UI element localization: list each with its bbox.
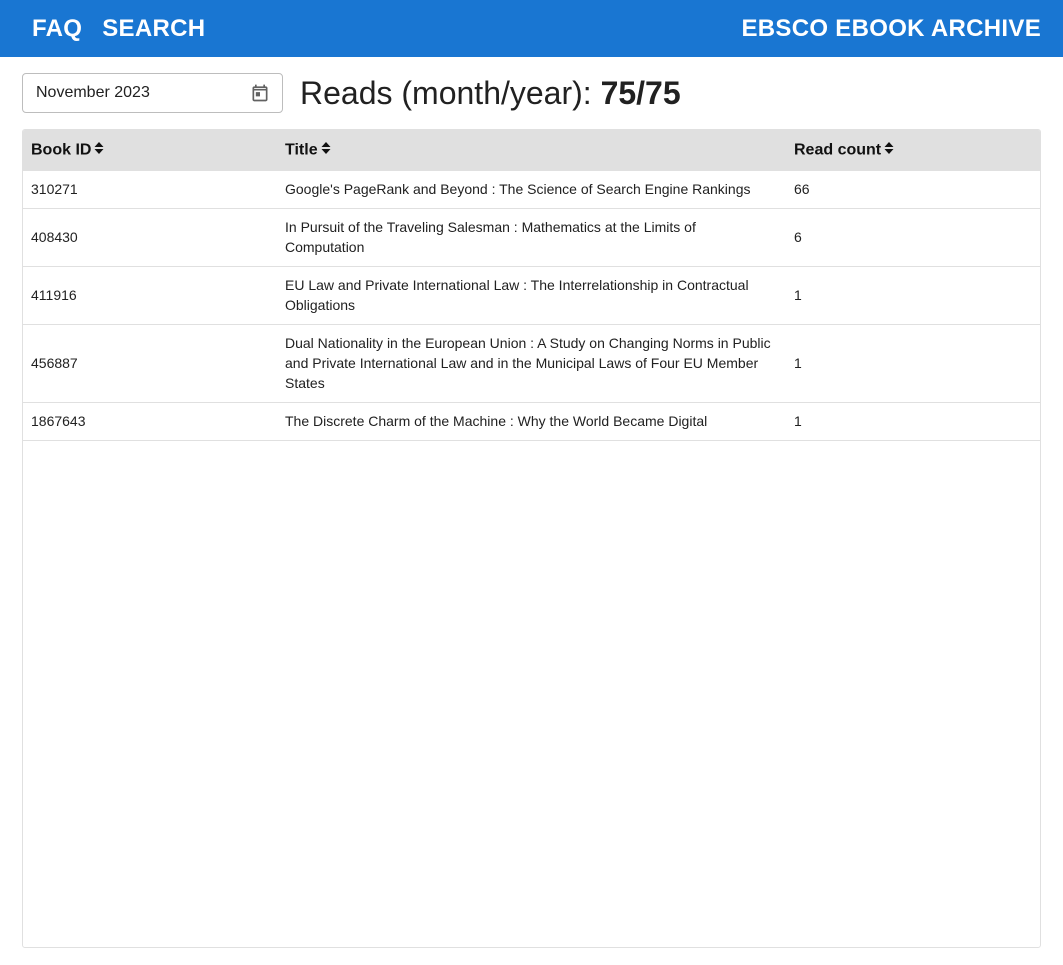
column-header-book-id[interactable]: Book ID (23, 130, 277, 171)
table-row[interactable]: 411916 EU Law and Private International … (23, 266, 1040, 325)
month-picker[interactable] (22, 73, 283, 113)
cell-read-count: 1 (786, 402, 1040, 441)
column-header-label: Title (285, 141, 318, 159)
cell-title: Google's PageRank and Beyond : The Scien… (277, 171, 786, 209)
calendar-icon[interactable] (249, 82, 271, 104)
column-header-label: Read count (794, 141, 882, 159)
table-row[interactable]: 456887 Dual Nationality in the European … (23, 324, 1040, 403)
cell-book-id: 310271 (23, 171, 277, 209)
controls-row: Reads (month/year): 75/75 (22, 73, 681, 113)
column-header-title[interactable]: Title (277, 130, 786, 171)
reads-label: Reads (month/year): (300, 74, 592, 111)
sort-icon[interactable] (321, 141, 331, 160)
nav-faq-link[interactable]: FAQ (32, 15, 82, 43)
cell-read-count: 1 (786, 266, 1040, 325)
reads-table: Book ID Title Read count 310271 Google's… (23, 130, 1040, 441)
reads-summary: Reads (month/year): 75/75 (300, 75, 681, 112)
cell-book-id: 1867643 (23, 402, 277, 441)
nav-links: FAQ SEARCH (32, 15, 225, 43)
cell-title: In Pursuit of the Traveling Salesman : M… (277, 208, 786, 267)
nav-search-link[interactable]: SEARCH (102, 15, 205, 43)
cell-read-count: 66 (786, 171, 1040, 209)
cell-book-id: 408430 (23, 208, 277, 267)
cell-book-id: 411916 (23, 266, 277, 325)
column-header-label: Book ID (31, 141, 92, 159)
top-app-bar: FAQ SEARCH EBSCO EBOOK ARCHIVE (0, 0, 1063, 57)
column-header-read-count[interactable]: Read count (786, 130, 1040, 171)
reads-value: 75/75 (600, 74, 681, 111)
month-input[interactable] (36, 84, 236, 102)
sort-icon[interactable] (94, 141, 104, 160)
sort-icon[interactable] (884, 141, 894, 160)
cell-title: The Discrete Charm of the Machine : Why … (277, 402, 786, 441)
table-row[interactable]: 1867643 The Discrete Charm of the Machin… (23, 402, 1040, 441)
brand-title: EBSCO EBOOK ARCHIVE (741, 14, 1041, 42)
table-row[interactable]: 408430 In Pursuit of the Traveling Sales… (23, 208, 1040, 267)
table-row[interactable]: 310271 Google's PageRank and Beyond : Th… (23, 171, 1040, 209)
reads-table-container: Book ID Title Read count 310271 Google's… (22, 129, 1041, 948)
cell-title: Dual Nationality in the European Union :… (277, 324, 786, 403)
cell-book-id: 456887 (23, 324, 277, 403)
table-header-row: Book ID Title Read count (23, 130, 1040, 171)
cell-title: EU Law and Private International Law : T… (277, 266, 786, 325)
cell-read-count: 6 (786, 208, 1040, 267)
cell-read-count: 1 (786, 324, 1040, 403)
